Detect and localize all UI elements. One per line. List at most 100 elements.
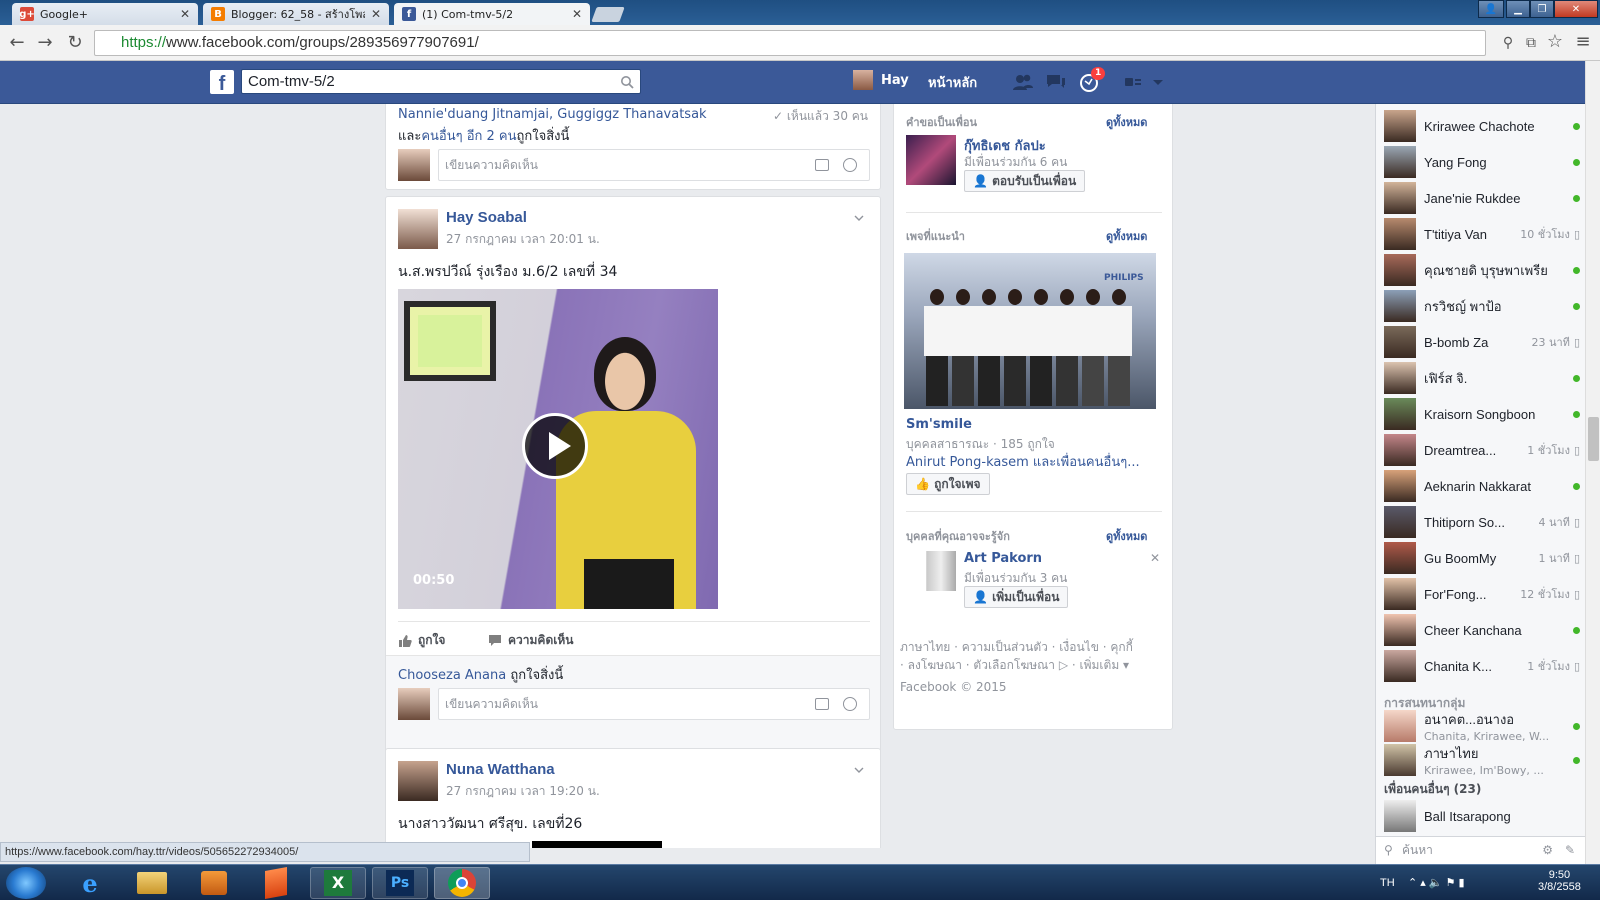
video-thumbnail[interactable] xyxy=(532,841,662,848)
home-link[interactable]: หน้าหลัก xyxy=(928,72,977,93)
chat-group[interactable]: อนาคต...อนางอ Chanita, Krirawee, W... xyxy=(1384,708,1580,744)
avatar[interactable] xyxy=(398,761,438,801)
avatar[interactable] xyxy=(398,209,438,249)
office-icon[interactable] xyxy=(248,867,304,899)
new-tab-button[interactable] xyxy=(591,7,625,22)
facebook-logo-icon[interactable]: f xyxy=(210,70,234,95)
excel-icon[interactable]: X xyxy=(310,867,366,899)
compose-icon[interactable]: ✎ xyxy=(1565,837,1575,863)
extension-icon[interactable]: ⚲ xyxy=(1497,32,1519,54)
like-button[interactable]: ถูกใจ xyxy=(398,631,445,650)
like-page-button[interactable]: 👍 ถูกใจเพจ xyxy=(906,473,990,495)
dismiss-icon[interactable]: ✕ xyxy=(1150,551,1160,565)
close-icon[interactable]: ✕ xyxy=(572,7,582,21)
chat-friend[interactable]: Krirawee Chachote xyxy=(1384,108,1580,144)
post-timestamp[interactable]: 27 กรกฎาคม เวลา 19:20 น. xyxy=(446,782,600,801)
footer-line[interactable]: ภาษาไทย · ความเป็นส่วนตัว · เงื่อนไข · ค… xyxy=(900,638,1133,656)
liked-by-names[interactable]: Nannie'duang Jitnamjai, Guggiggz Thanava… xyxy=(398,107,707,122)
chat-friend[interactable]: เฟิร์ส จิ. xyxy=(1384,360,1580,396)
photoshop-icon[interactable]: Ps xyxy=(372,867,428,899)
internet-explorer-icon[interactable]: e xyxy=(62,867,118,899)
tray-icons[interactable]: ⌃ ▴ 🔈 ⚑ ▮ xyxy=(1408,876,1465,889)
emoji-icon[interactable] xyxy=(843,158,857,172)
pymk-name[interactable]: Art Pakorn xyxy=(964,551,1042,566)
chat-friend[interactable]: Chanita K... 1 ชั่วโมง ▯ xyxy=(1384,648,1580,684)
minimize-icon[interactable]: ▁ xyxy=(1506,0,1530,18)
back-icon[interactable]: ← xyxy=(6,32,28,54)
chevron-down-icon[interactable] xyxy=(854,767,864,773)
close-icon[interactable]: ✕ xyxy=(180,7,190,21)
camera-icon[interactable] xyxy=(815,159,829,171)
reload-icon[interactable]: ↻ xyxy=(64,32,86,54)
chat-friend[interactable]: Ball Itsarapong xyxy=(1384,798,1580,834)
chat-friend[interactable]: T'titiya Van 10 ชั่วโมง ▯ xyxy=(1384,216,1580,252)
start-button[interactable] xyxy=(6,867,46,899)
translate-icon[interactable]: ⧉ xyxy=(1520,32,1542,54)
menu-icon[interactable]: ≡ xyxy=(1572,31,1594,53)
post-author[interactable]: Hay Soabal xyxy=(446,209,600,226)
chat-search-input[interactable]: ⚲ ค้นหา ⚙ ✎ xyxy=(1375,836,1585,864)
search-icon[interactable] xyxy=(620,75,634,89)
chat-friend[interactable]: Thitiporn So... 4 นาที ▯ xyxy=(1384,504,1580,540)
forward-icon[interactable]: → xyxy=(34,32,56,54)
liked-by-others[interactable]: คนอื่นๆ อีก 2 คน xyxy=(421,129,516,144)
chat-friend[interactable]: Dreamtrea... 1 ชั่วโมง ▯ xyxy=(1384,432,1580,468)
chat-friend[interactable]: คุณชายดิ บุรุษพาเพรีย xyxy=(1384,252,1580,288)
video-player[interactable]: 00:50 xyxy=(398,289,718,609)
address-bar[interactable]: https://www.facebook.com/groups/28935697… xyxy=(94,30,1486,56)
chat-friend[interactable]: Aeknarin Nakkarat xyxy=(1384,468,1580,504)
footer-links[interactable]: ภาษาไทย · ความเป็นส่วนตัว · เงื่อนไข · ค… xyxy=(900,638,1133,696)
emoji-icon[interactable] xyxy=(843,697,857,711)
footer-line[interactable]: · ลงโฆษณา · ตัวเลือกโฆษณา ▷ · เพิ่มเติม … xyxy=(900,656,1133,674)
avatar[interactable] xyxy=(906,551,956,591)
seen-by[interactable]: ✓ เห็นแล้ว 30 คน xyxy=(773,107,868,126)
chat-friend[interactable]: Cheer Kanchana xyxy=(1384,612,1580,648)
language-indicator[interactable]: TH xyxy=(1380,877,1395,889)
confirm-friend-button[interactable]: 👤 ตอบรับเป็นเพื่อน xyxy=(964,170,1086,192)
clock[interactable]: 9:50 3/8/2558 xyxy=(1538,869,1581,893)
chat-friend[interactable]: Gu BoomMy 1 นาที ▯ xyxy=(1384,540,1580,576)
chat-group[interactable]: ภาษาไทย Krirawee, Im'Bowy, ... xyxy=(1384,742,1580,778)
media-player-icon[interactable] xyxy=(186,867,242,899)
page-photo[interactable]: PHILIPS xyxy=(904,253,1156,409)
chrome-icon[interactable] xyxy=(434,867,490,899)
add-friend-button[interactable]: 👤 เพิ่มเป็นเพื่อน xyxy=(964,586,1069,608)
comment-button[interactable]: ความคิดเห็น xyxy=(488,631,573,650)
account-menu-icon[interactable] xyxy=(1152,72,1164,92)
profile-link[interactable]: Hay xyxy=(853,70,909,90)
chevron-down-icon[interactable] xyxy=(854,215,864,221)
see-all-link[interactable]: ดูทั้งหมด xyxy=(1106,527,1147,545)
chat-friend[interactable]: For'Fong... 12 ชั่วโมง ▯ xyxy=(1384,576,1580,612)
comment-input[interactable]: เขียนความคิดเห็น xyxy=(438,149,870,181)
chat-friend[interactable]: กรวิชญ์ พาป้อ xyxy=(1384,288,1580,324)
friend-requests-icon[interactable] xyxy=(1012,72,1034,92)
tab-facebook[interactable]: f (1) Com-tmv-5/2 ✕ xyxy=(394,3,590,25)
see-all-link[interactable]: ดูทั้งหมด xyxy=(1106,227,1147,245)
camera-icon[interactable] xyxy=(815,698,829,710)
tab-google-plus[interactable]: g+ Google+ ✕ xyxy=(12,3,198,25)
avatar[interactable] xyxy=(906,135,956,185)
liked-by-name[interactable]: Chooseza Anana xyxy=(398,668,506,683)
comment-input[interactable]: เขียนความคิดเห็น xyxy=(438,688,870,720)
privacy-shortcuts-icon[interactable] xyxy=(1123,72,1145,92)
chat-friend[interactable]: B-bomb Za 23 นาที ▯ xyxy=(1384,324,1580,360)
close-icon[interactable]: ✕ xyxy=(371,7,381,21)
messages-icon[interactable] xyxy=(1045,72,1067,92)
user-icon[interactable]: 👤 xyxy=(1478,0,1504,18)
search-input[interactable]: Com-tmv-5/2 xyxy=(241,69,641,94)
post-timestamp[interactable]: 27 กรกฎาคม เวลา 20:01 น. xyxy=(446,230,600,249)
restore-icon[interactable]: ❐ xyxy=(1530,0,1554,18)
window-close-icon[interactable]: ✕ xyxy=(1554,0,1598,18)
play-icon[interactable] xyxy=(522,413,588,479)
star-icon[interactable]: ☆ xyxy=(1544,31,1566,53)
file-explorer-icon[interactable] xyxy=(124,867,180,899)
chat-friend[interactable]: Kraisorn Songboon xyxy=(1384,396,1580,432)
gear-icon[interactable]: ⚙ xyxy=(1542,837,1553,863)
chat-friend[interactable]: Yang Fong xyxy=(1384,144,1580,180)
page-scrollbar[interactable] xyxy=(1585,61,1600,864)
scrollbar-thumb[interactable] xyxy=(1588,417,1599,461)
page-friends[interactable]: Anirut Pong-kasem และเพื่อนคนอื่นๆ... xyxy=(906,451,1140,472)
page-name[interactable]: Sm'smile xyxy=(906,417,972,432)
see-all-link[interactable]: ดูทั้งหมด xyxy=(1106,113,1147,131)
chat-friend[interactable]: Jane'nie Rukdee xyxy=(1384,180,1580,216)
